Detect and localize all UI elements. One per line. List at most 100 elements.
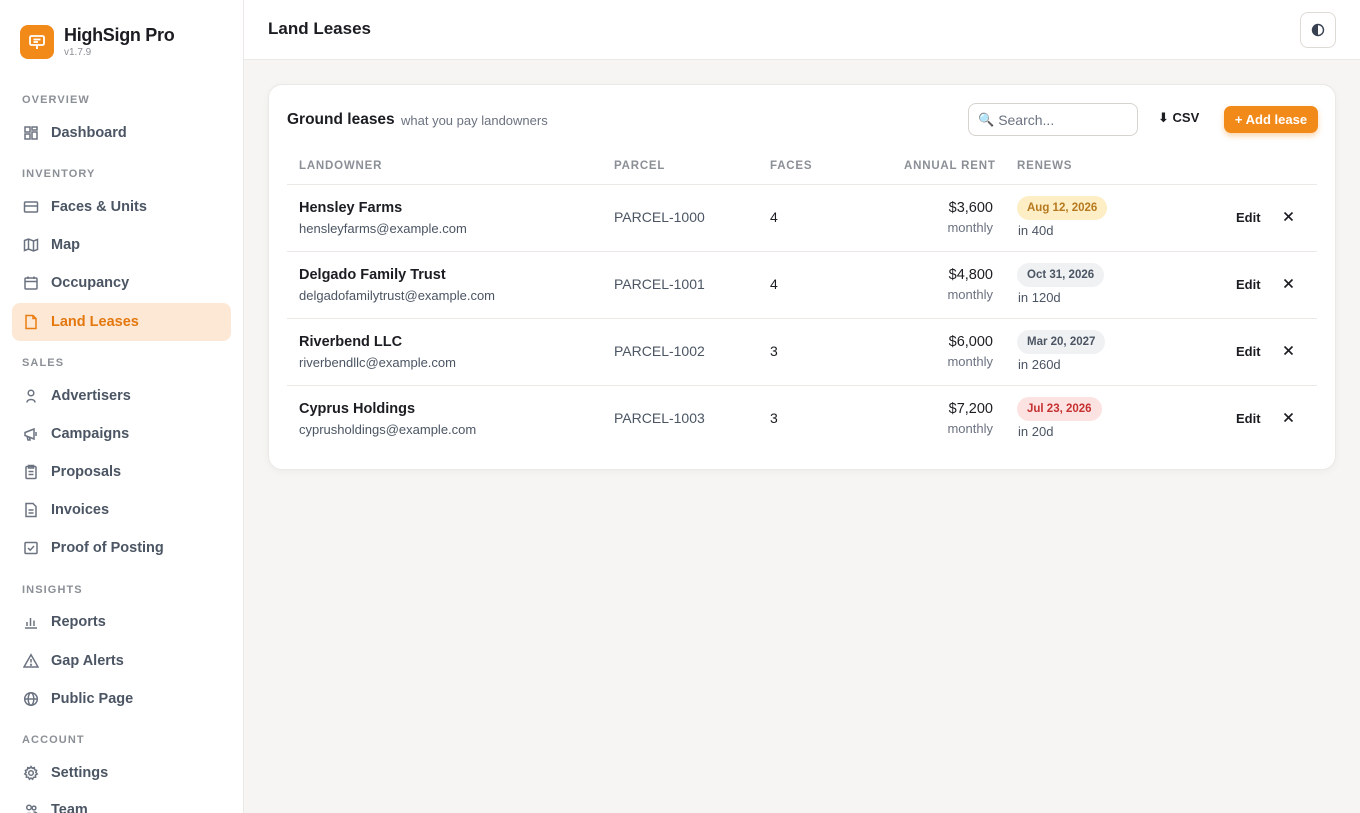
sidebar-item-gap-alerts[interactable]: Gap Alerts [12,642,231,680]
nav-section-insights: INSIGHTS [22,584,83,596]
sidebar-item-label: Land Leases [51,314,139,330]
page-title: Land Leases [268,19,371,38]
sidebar-item-settings[interactable]: Settings [12,754,231,792]
renewal-date-badge: Aug 12, 2026 [1017,196,1108,220]
sidebar-item-occupancy[interactable]: Occupancy [12,264,231,302]
sidebar-item-land-leases[interactable]: Land Leases [12,303,231,341]
rent-period: monthly [947,287,993,302]
sidebar-item-label: Advertisers [51,388,131,404]
renewal-date-badge: Mar 20, 2027 [1017,330,1106,354]
nav-section-overview: OVERVIEW [22,94,90,106]
calendar-icon [23,275,39,291]
column-header-renews: RENEWS [1017,160,1073,172]
search-box[interactable]: 🔍 [968,103,1138,136]
landowner-name: Riverbend LLC [299,334,403,350]
rent-period: monthly [947,354,993,369]
column-header-annual-rent: ANNUAL RENT [904,160,996,172]
delete-button[interactable] [1281,410,1295,424]
faces-count: 3 [770,343,778,359]
edit-button[interactable]: Edit [1236,210,1261,225]
landowner-email: hensleyfarms@example.com [299,221,467,236]
map-icon [23,237,39,253]
sidebar: HighSign Pro v1.7.9 OVERVIEW Dashboard I… [0,0,244,813]
csv-export-button[interactable]: ⬇ CSV [1158,110,1199,126]
edit-button[interactable]: Edit [1236,344,1261,359]
annual-rent: $6,000 [948,334,993,350]
landowner-email: riverbendllc@example.com [299,355,456,370]
parcel-id: PARCEL-1000 [614,209,705,225]
column-header-landowner: LANDOWNER [299,160,383,172]
sidebar-item-label: Team [51,802,88,813]
globe-icon [23,691,39,707]
person-icon [23,388,39,404]
delete-button[interactable] [1281,343,1295,357]
clipboard-icon [23,464,39,480]
column-header-faces: FACES [770,160,813,172]
sidebar-item-label: Proof of Posting [51,540,164,556]
annual-rent: $7,200 [948,401,993,417]
parcel-id: PARCEL-1003 [614,410,705,426]
renewal-countdown: in 20d [1018,424,1054,439]
renewal-date-badge: Jul 23, 2026 [1017,397,1102,421]
sidebar-item-campaigns[interactable]: Campaigns [12,415,231,453]
invoice-icon [23,502,39,518]
add-lease-button[interactable]: + Add lease [1224,106,1318,133]
sidebar-item-map[interactable]: Map [12,226,231,264]
rent-period: monthly [947,220,993,235]
nav-section-inventory: INVENTORY [22,168,96,180]
landowner-email: cyprusholdings@example.com [299,422,477,437]
app-version: v1.7.9 [64,47,92,58]
renewal-countdown: in 120d [1018,290,1061,305]
parcel-id: PARCEL-1002 [614,343,705,359]
sidebar-item-proposals[interactable]: Proposals [12,453,231,491]
document-icon [23,314,39,330]
annual-rent: $3,600 [948,200,993,216]
megaphone-icon [23,426,39,442]
card-title: Ground leases [287,111,395,128]
landowner-name: Delgado Family Trust [299,267,446,283]
app-name: HighSign Pro [64,25,175,45]
sidebar-item-advertisers[interactable]: Advertisers [12,377,231,415]
sidebar-item-dashboard[interactable]: Dashboard [12,114,231,152]
renewal-countdown: in 260d [1018,357,1061,372]
sidebar-item-invoices[interactable]: Invoices [12,491,231,529]
table-row[interactable]: Riverbend LLC riverbendllc@example.com PAR… [287,319,1317,386]
faces-count: 3 [770,410,778,426]
close-icon [1283,211,1293,221]
close-icon [1283,278,1293,288]
sidebar-item-label: Campaigns [51,426,130,442]
nav-section-account: ACCOUNT [22,734,85,746]
contrast-icon [1311,23,1325,37]
edit-button[interactable]: Edit [1236,277,1261,292]
table-row[interactable]: Cyprus Holdings cyprusholdings@example.co… [287,386,1317,453]
billboard-logo-icon [20,25,54,59]
sidebar-item-proof-of-posting[interactable]: Proof of Posting [12,529,231,567]
edit-button[interactable]: Edit [1236,411,1261,426]
sidebar-item-reports[interactable]: Reports [12,603,231,641]
table-row[interactable]: Delgado Family Trust delgadofamilytrust@e… [287,252,1317,319]
top-bar: Land Leases [244,0,1360,60]
sidebar-item-label: Gap Alerts [51,653,124,669]
sidebar-item-label: Public Page [51,691,134,707]
sidebar-item-public-page[interactable]: Public Page [12,680,231,718]
sidebar-item-label: Occupancy [51,275,130,291]
landowner-name: Cyprus Holdings [299,401,416,417]
sidebar-item-faces-units[interactable]: Faces & Units [12,188,231,226]
brand[interactable]: HighSign Pro v1.7.9 [20,25,175,59]
sidebar-item-team[interactable]: Team [12,791,231,813]
sidebar-item-label: Dashboard [51,125,127,141]
close-icon [1283,345,1293,355]
annual-rent: $4,800 [948,267,993,283]
theme-toggle-button[interactable] [1300,12,1336,48]
renewal-date-badge: Oct 31, 2026 [1017,263,1105,287]
parcel-id: PARCEL-1001 [614,276,705,292]
ground-leases-card: Ground leases what you pay landowners 🔍 … [268,84,1336,470]
faces-count: 4 [770,276,778,292]
table-row[interactable]: Hensley Farms hensleyfarms@example.com PAR… [287,185,1317,252]
bar-chart-icon [23,614,39,630]
search-input[interactable] [998,111,1129,128]
gear-icon [23,765,39,781]
landowner-name: Hensley Farms [299,200,403,216]
delete-button[interactable] [1281,209,1295,223]
delete-button[interactable] [1281,276,1295,290]
